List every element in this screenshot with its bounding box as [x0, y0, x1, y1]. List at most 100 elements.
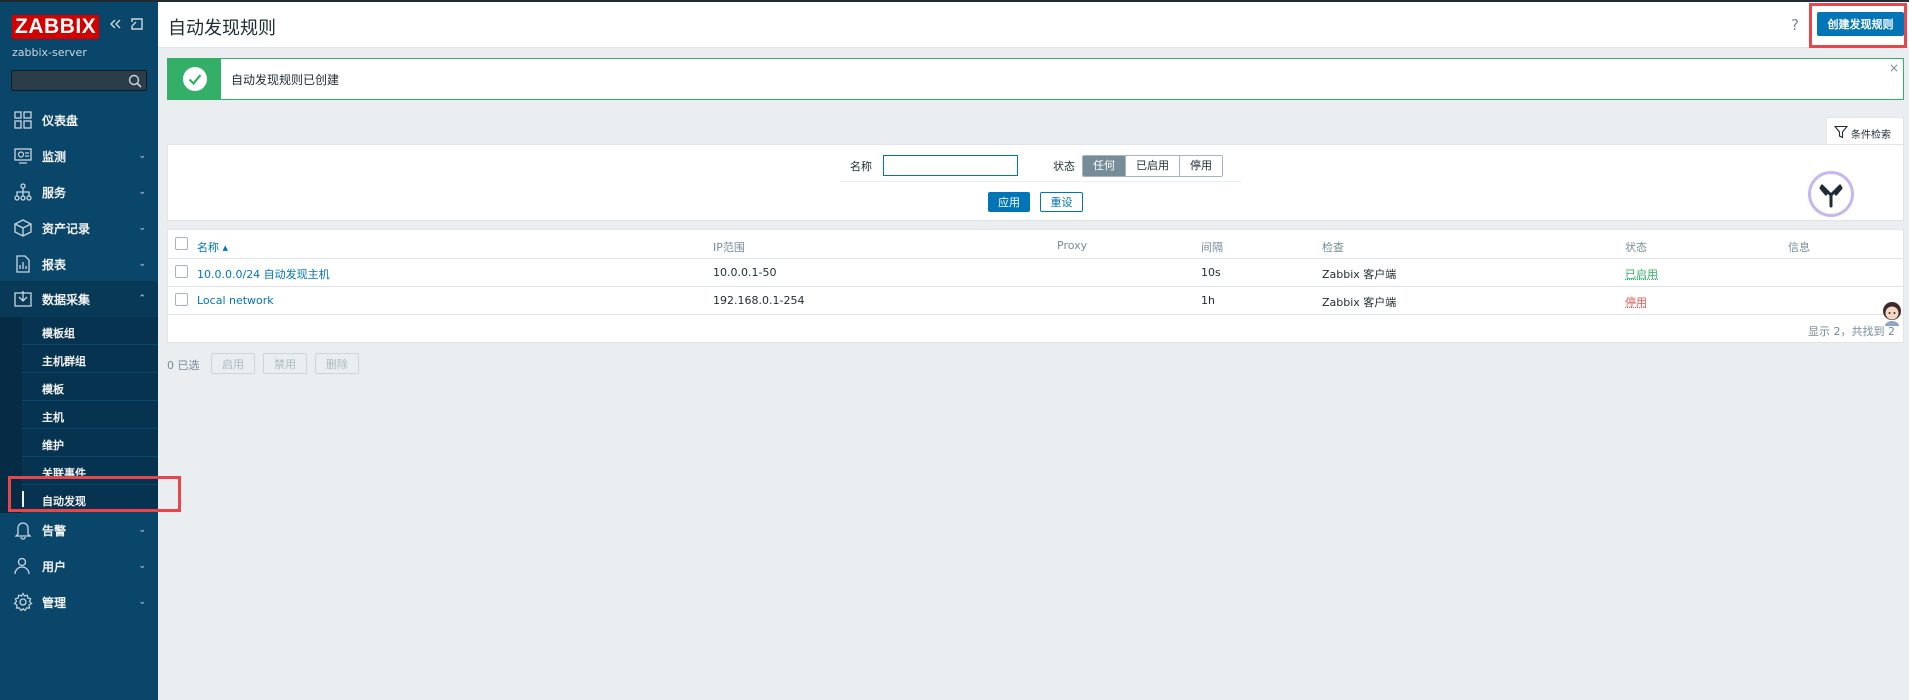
assistant-icon[interactable] [1808, 171, 1854, 217]
submenu-item-templates[interactable]: 模板 [22, 373, 158, 401]
column-header-info: 信息 [1788, 241, 1810, 254]
submenu-label: 关联事件 [42, 467, 86, 480]
row-divider [168, 286, 1903, 287]
chevron-up-icon: ⌃ [138, 294, 146, 304]
sidebar-search-input[interactable] [11, 70, 147, 91]
nav-label: 仪表盘 [42, 113, 79, 128]
submenu-indent [0, 317, 22, 513]
interval-cell: 10s [1201, 266, 1221, 279]
name-filter-label: 名称 [850, 160, 872, 173]
status-toggle-link[interactable]: 停用 [1625, 294, 1647, 310]
nav-item-reports[interactable]: 报表 ⌄ [0, 246, 158, 282]
avatar[interactable] [1880, 300, 1904, 328]
selected-count: 0 已选 [167, 359, 200, 372]
nav-label: 报表 [42, 257, 67, 272]
checks-cell: Zabbix 客户端 [1322, 268, 1397, 281]
reset-button[interactable]: 重设 [1040, 192, 1083, 212]
nav-label: 资产记录 [42, 221, 91, 236]
kiosk-mode-icon[interactable] [129, 16, 145, 32]
top-border [158, 0, 1909, 2]
submenu-item-hosts[interactable]: 主机 [22, 401, 158, 429]
nav-item-administration[interactable]: 管理 ⌄ [0, 584, 158, 620]
status-option-enabled[interactable]: 已启用 [1126, 156, 1180, 176]
success-icon-box [168, 59, 221, 99]
filter-tab[interactable]: 条件检索 [1826, 117, 1904, 145]
check-icon [183, 67, 207, 91]
submenu-item-host-groups[interactable]: 主机群组 [22, 345, 158, 373]
disable-button[interactable]: 禁用 [263, 353, 307, 374]
submenu-item-template-groups[interactable]: 模板组 [22, 317, 158, 345]
help-icon[interactable]: ? [1791, 16, 1799, 34]
column-header-name[interactable]: 名称 ▴ [197, 239, 228, 255]
zabbix-logo[interactable]: ZABBIX [12, 15, 100, 39]
dashboard-icon [14, 111, 32, 129]
enable-button[interactable]: 启用 [211, 353, 255, 374]
submenu-item-event-correlation[interactable]: 关联事件 [22, 457, 158, 485]
nav-item-monitoring[interactable]: 监测 ⌄ [0, 138, 158, 174]
submenu-label: 模板组 [42, 327, 75, 340]
inventory-icon [14, 219, 32, 237]
apply-button[interactable]: 应用 [988, 192, 1030, 212]
rule-name-link[interactable]: 10.0.0.0/24 自动发现主机 [197, 266, 330, 282]
interval-cell: 1h [1201, 294, 1215, 307]
column-header-status: 状态 [1625, 241, 1647, 254]
submenu-label: 主机 [42, 411, 64, 424]
close-icon[interactable]: × [1889, 61, 1899, 75]
submenu-label: 主机群组 [42, 355, 86, 368]
nav-label: 告警 [42, 523, 67, 538]
column-header-proxy: Proxy [1057, 239, 1088, 252]
select-all-checkbox[interactable] [175, 237, 188, 250]
top-border [0, 0, 158, 2]
create-discovery-rule-button[interactable]: 创建发现规则 [1817, 12, 1904, 36]
column-header-checks: 检查 [1322, 241, 1344, 254]
checks-cell: Zabbix 客户端 [1322, 296, 1397, 309]
chevron-down-icon: ⌄ [138, 525, 146, 535]
bell-icon [14, 522, 32, 540]
chevron-down-icon: ⌄ [138, 151, 146, 161]
submenu-label: 模板 [42, 383, 64, 396]
services-icon [14, 183, 32, 201]
nav-label: 监测 [42, 149, 67, 164]
chevron-down-icon: ⌄ [138, 223, 146, 233]
filter-divider [840, 181, 1242, 182]
nav-item-services[interactable]: 服务 ⌄ [0, 174, 158, 210]
status-option-any[interactable]: 任何 [1083, 156, 1126, 176]
column-header-interval: 间隔 [1201, 241, 1223, 254]
status-filter-label: 状态 [1053, 160, 1075, 173]
server-name: zabbix-server [12, 46, 87, 59]
success-message: 自动发现规则已创建 × [167, 58, 1904, 100]
nav-label: 数据采集 [42, 292, 91, 307]
nav-item-users[interactable]: 用户 ⌄ [0, 548, 158, 584]
name-filter-input[interactable] [883, 155, 1018, 176]
chevron-down-icon: ⌄ [138, 259, 146, 269]
column-header-ip-range: IP范围 [713, 241, 745, 254]
row-checkbox[interactable] [175, 265, 188, 278]
submenu-label: 自动发现 [42, 495, 86, 508]
nav-item-dashboard[interactable]: 仪表盘 [0, 102, 158, 138]
submenu-item-discovery[interactable]: 自动发现 [22, 485, 158, 513]
collapse-sidebar-icon[interactable] [107, 16, 123, 32]
submenu-data-collection: 模板组 主机群组 模板 主机 维护 关联事件 自动发现 [0, 317, 158, 513]
chevron-down-icon: ⌄ [138, 597, 146, 607]
nav-item-data-collection[interactable]: 数据采集 ⌃ [0, 281, 158, 317]
nav-label: 用户 [42, 559, 67, 574]
nav-item-inventory[interactable]: 资产记录 ⌄ [0, 210, 158, 246]
page-header: 自动发现规则 ? 创建发现规则 [158, 0, 1909, 48]
row-checkbox[interactable] [175, 293, 188, 306]
search-icon[interactable] [128, 74, 142, 88]
nav-item-alerts[interactable]: 告警 ⌄ [0, 512, 158, 548]
chevron-down-icon: ⌄ [138, 561, 146, 571]
status-toggle-link[interactable]: 已启用 [1625, 266, 1658, 282]
ip-range-cell: 192.168.0.1-254 [713, 294, 805, 307]
data-collection-icon [14, 291, 32, 307]
chevron-down-icon: ⌄ [138, 187, 146, 197]
filter-tab-label: 条件检索 [1851, 130, 1891, 141]
users-icon [14, 557, 30, 575]
message-text: 自动发现规则已创建 [231, 73, 340, 87]
filter-panel: 名称 状态 任何 已启用 停用 应用 重设 [167, 144, 1904, 221]
status-option-disabled[interactable]: 停用 [1180, 156, 1222, 176]
delete-button[interactable]: 删除 [315, 353, 359, 374]
submenu-item-maintenance[interactable]: 维护 [22, 429, 158, 457]
filter-icon [1834, 125, 1848, 139]
rule-name-link[interactable]: Local network [197, 294, 274, 307]
